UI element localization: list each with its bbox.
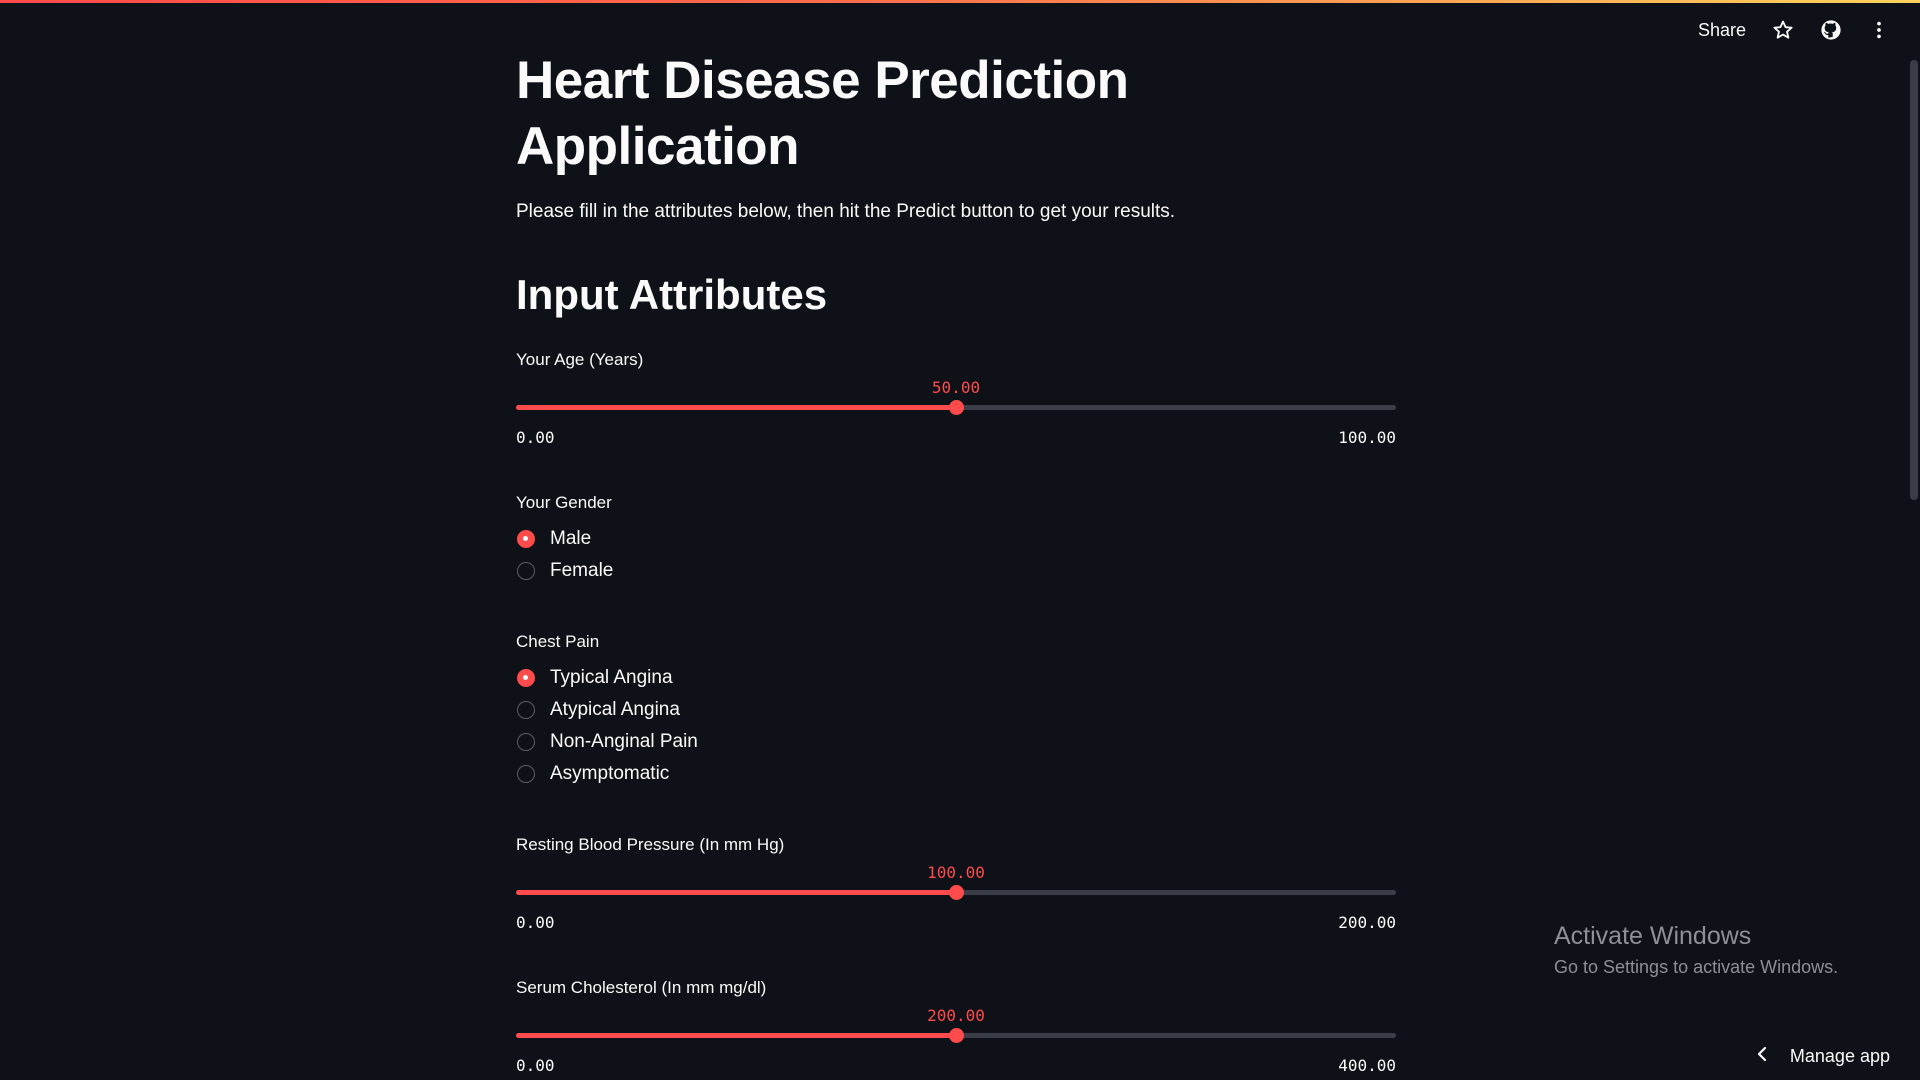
page-title: Heart Disease Prediction Application: [516, 51, 1129, 176]
slider-fill: [516, 890, 956, 895]
activate-windows-watermark: Activate Windows Go to Settings to activ…: [1554, 922, 1838, 978]
header-actions: Share: [1698, 18, 1890, 42]
radio-option-label: Female: [550, 560, 614, 581]
radio-option-label: Asymptomatic: [550, 763, 670, 784]
radio-option[interactable]: Non-Anginal Pain: [516, 726, 698, 758]
manage-app-label: Manage app: [1789, 1046, 1890, 1066]
slider-min: 0.00: [516, 913, 555, 932]
blood-pressure-slider[interactable]: 100.00 0.00 200.00: [516, 853, 1396, 932]
gender-label: Your Gender: [516, 493, 612, 512]
scrollbar[interactable]: [1910, 60, 1918, 500]
slider-fill: [516, 405, 956, 410]
slider-thumb[interactable]: [949, 1028, 964, 1043]
cholesterol-slider[interactable]: 200.00 0.00 400.00: [516, 996, 1396, 1075]
radio-option-label: Typical Angina: [550, 667, 673, 688]
chest-pain-label: Chest Pain: [516, 632, 600, 651]
watermark-title: Activate Windows: [1554, 922, 1752, 950]
slider-min: 0.00: [516, 428, 555, 447]
github-icon[interactable]: [1820, 19, 1842, 41]
share-button[interactable]: Share: [1698, 20, 1746, 41]
intro-text: Please fill in the attributes below, the…: [516, 201, 1176, 222]
blood-pressure-label: Resting Blood Pressure (In mm Hg): [516, 835, 785, 854]
radio-option[interactable]: Male: [516, 523, 613, 555]
radio-option[interactable]: Asymptomatic: [516, 758, 698, 790]
radio-option[interactable]: Atypical Angina: [516, 694, 698, 726]
chevron-left-icon: [1756, 1046, 1768, 1067]
radio-option-label: Non-Anginal Pain: [550, 731, 698, 752]
star-icon[interactable]: [1772, 19, 1794, 41]
radio-unchecked-icon[interactable]: [517, 765, 535, 783]
top-decoration-bar: [0, 0, 1920, 3]
radio-option-label: Atypical Angina: [550, 699, 680, 720]
slider-max: 200.00: [1338, 913, 1396, 932]
radio-unchecked-icon[interactable]: [517, 701, 535, 719]
slider-value: 100.00: [927, 863, 985, 882]
age-slider[interactable]: 50.00 0.00 100.00: [516, 368, 1396, 447]
gender-radio-group: Male Female: [516, 523, 613, 587]
section-title: Input Attributes: [516, 271, 828, 318]
slider-fill: [516, 1033, 956, 1038]
radio-option-label: Male: [550, 528, 592, 549]
slider-thumb[interactable]: [949, 400, 964, 415]
slider-value: 200.00: [927, 1006, 985, 1025]
age-label: Your Age (Years): [516, 350, 644, 369]
slider-value: 50.00: [931, 378, 981, 397]
radio-checked-icon[interactable]: [517, 530, 535, 548]
radio-unchecked-icon[interactable]: [517, 562, 535, 580]
slider-min: 0.00: [516, 1056, 555, 1075]
radio-unchecked-icon[interactable]: [517, 733, 535, 751]
slider-max: 100.00: [1338, 428, 1396, 447]
radio-checked-icon[interactable]: [517, 669, 535, 687]
radio-option[interactable]: Typical Angina: [516, 662, 698, 694]
more-vert-icon[interactable]: [1868, 19, 1890, 41]
radio-option[interactable]: Female: [516, 555, 613, 587]
chest-pain-radio-group: Typical Angina Atypical Angina Non-Anginal…: [516, 662, 698, 790]
slider-thumb[interactable]: [949, 885, 964, 900]
slider-max: 400.00: [1338, 1056, 1396, 1075]
cholesterol-label: Serum Cholesterol (In mm mg/dl): [516, 978, 767, 997]
manage-app-button[interactable]: Manage app: [1756, 1046, 1890, 1067]
watermark-subtitle: Go to Settings to activate Windows.: [1554, 957, 1839, 977]
